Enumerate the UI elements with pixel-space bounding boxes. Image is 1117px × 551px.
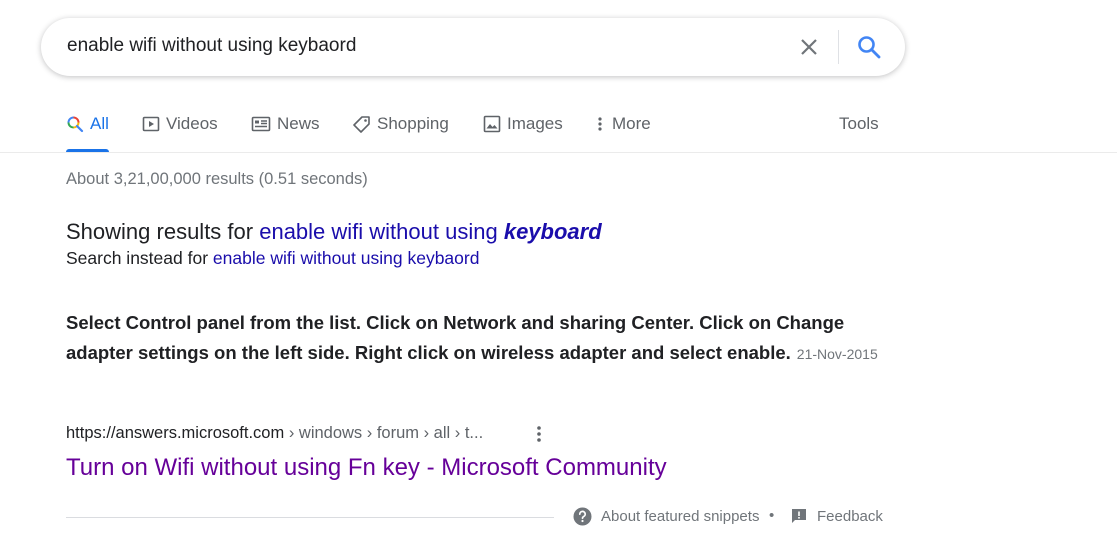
result-path: › windows › forum › all › t... xyxy=(284,424,484,442)
tab-all-label: All xyxy=(90,114,109,133)
result-options-icon[interactable] xyxy=(530,424,548,444)
about-featured-snippets-label: About featured snippets xyxy=(601,508,760,525)
snippet-date: 21-Nov-2015 xyxy=(796,346,878,362)
showing-prefix: Showing results for xyxy=(66,219,254,244)
instead-prefix: Search instead for xyxy=(66,248,209,268)
search-icon[interactable] xyxy=(856,34,882,60)
result-stats: About 3,21,00,000 results (0.51 seconds) xyxy=(66,170,368,188)
tab-shopping-label: Shopping xyxy=(377,114,449,133)
help-icon xyxy=(573,507,592,526)
feedback-icon xyxy=(792,509,806,523)
newspaper-icon xyxy=(251,116,271,132)
active-tab-indicator xyxy=(66,149,109,152)
search-box: enable wifi without using keybaord xyxy=(41,18,905,76)
result-title-link[interactable]: Turn on Wifi without using Fn key - Micr… xyxy=(66,454,667,482)
tab-more[interactable]: More xyxy=(594,104,651,152)
corrected-query-bold: keyboard xyxy=(503,219,602,244)
corrected-query-plain: enable wifi without using xyxy=(259,219,498,244)
more-vert-icon xyxy=(598,117,602,131)
result-url: https://answers.microsoft.com › windows … xyxy=(66,424,483,443)
tab-news-label: News xyxy=(277,114,320,133)
search-tabs: All Videos News Shopping Images More Too… xyxy=(0,104,1117,153)
search-divider xyxy=(838,30,839,64)
tab-images[interactable]: Images xyxy=(483,104,563,152)
featured-snippet: Select Control panel from the list. Clic… xyxy=(66,308,886,369)
tab-videos[interactable]: Videos xyxy=(142,104,218,152)
feedback-label: Feedback xyxy=(817,507,883,525)
footer-separator: • xyxy=(769,507,775,524)
tag-icon xyxy=(353,115,370,133)
clear-icon[interactable] xyxy=(797,35,821,59)
tools-button[interactable]: Tools xyxy=(839,104,879,152)
snippet-divider xyxy=(66,517,554,518)
tools-label: Tools xyxy=(839,114,879,133)
tab-images-label: Images xyxy=(507,114,563,133)
search-input[interactable]: enable wifi without using keybaord xyxy=(67,35,356,57)
search-instead-for: Search instead for enable wifi without u… xyxy=(66,248,479,269)
showing-results-for: Showing results for enable wifi without … xyxy=(66,219,602,245)
tab-news[interactable]: News xyxy=(251,104,320,152)
play-icon xyxy=(142,116,160,132)
corrected-query-link[interactable]: enable wifi without using keyboard xyxy=(259,219,601,244)
tab-videos-label: Videos xyxy=(166,114,218,133)
original-query-link[interactable]: enable wifi without using keybaord xyxy=(213,248,480,268)
feedback-button[interactable]: Feedback xyxy=(790,507,883,525)
tab-all[interactable]: All xyxy=(66,104,109,152)
search-multicolor-icon xyxy=(67,116,84,133)
result-domain: https://answers.microsoft.com xyxy=(66,424,285,442)
tab-shopping[interactable]: Shopping xyxy=(352,104,449,152)
image-icon xyxy=(483,115,501,133)
about-featured-snippets[interactable]: About featured snippets xyxy=(573,507,759,526)
tab-more-label: More xyxy=(612,114,651,133)
snippet-text: Select Control panel from the list. Clic… xyxy=(66,312,845,363)
